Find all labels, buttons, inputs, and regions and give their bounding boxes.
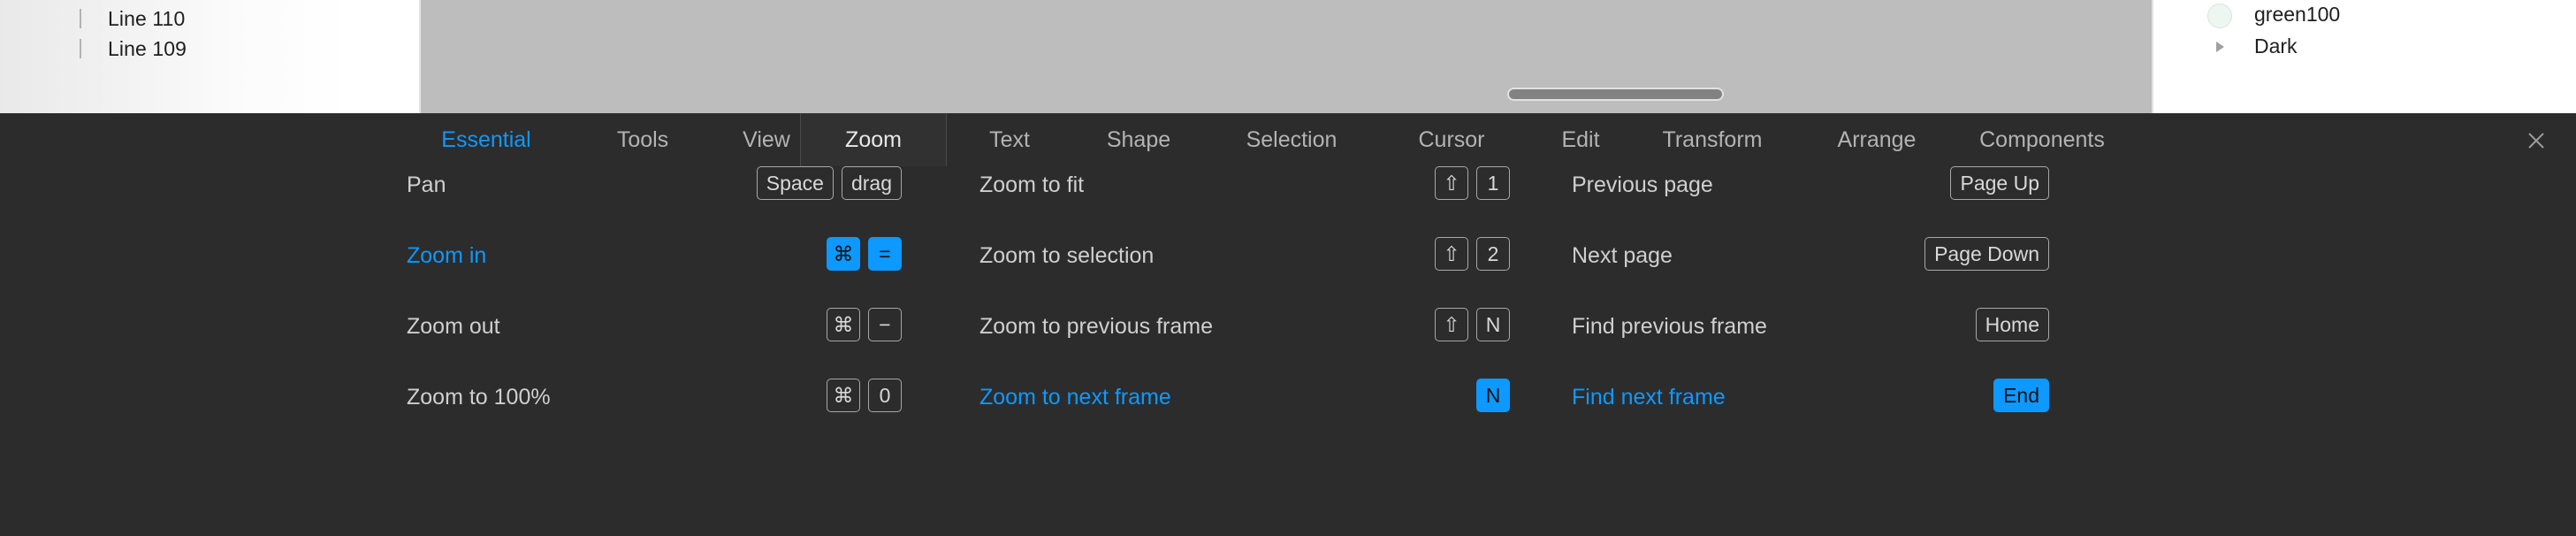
key-cap: ⇧ xyxy=(1435,237,1468,271)
shortcut-label: Next page xyxy=(1572,243,1673,268)
list-item-label: green100 xyxy=(2254,3,2341,26)
shortcut-row[interactable]: Find next frame End xyxy=(1572,379,2049,414)
shortcut-label: Previous page xyxy=(1572,172,1713,197)
key-cap: ⇧ xyxy=(1435,166,1468,200)
disclosure-triangle-icon[interactable] xyxy=(2216,42,2224,52)
shortcut-keys: ⇧ N xyxy=(1435,308,1510,341)
shortcuts-column-1: Pan Space drag Zoom in ⌘ = Zoom out ⌘ − Zoom to 1… xyxy=(407,166,902,449)
shortcuts-columns: Pan Space drag Zoom in ⌘ = Zoom out ⌘ − Zoom to 1… xyxy=(0,166,2576,536)
key-cap: − xyxy=(868,308,902,341)
shortcut-row[interactable]: Zoom in ⌘ = xyxy=(407,237,902,272)
tab-tools[interactable]: Tools xyxy=(594,113,691,166)
key-cap: ⇧ xyxy=(1435,308,1468,341)
close-icon[interactable] xyxy=(2519,124,2553,157)
shortcut-row[interactable]: Find previous frame Home xyxy=(1572,308,2049,343)
tab-shape[interactable]: Shape xyxy=(1086,113,1192,166)
list-item[interactable]: Dark xyxy=(2152,32,2576,62)
shortcut-keys: ⇧ 2 xyxy=(1435,237,1510,271)
line-tick-icon xyxy=(80,39,81,58)
app-screen: Line 110 Line 109 green100 Dark Essentia… xyxy=(0,0,2576,536)
tab-essential[interactable]: Essential xyxy=(424,113,548,166)
list-item[interactable]: Line 109 xyxy=(0,34,421,64)
key-cap: Space xyxy=(756,166,834,200)
tab-transform[interactable]: Transform xyxy=(1637,113,1787,166)
panel-divider xyxy=(419,0,421,113)
shortcut-keys: ⌘ 0 xyxy=(827,379,902,412)
key-cap: Page Up xyxy=(1950,166,2049,200)
shortcut-keys: ⇧ 1 xyxy=(1435,166,1510,200)
key-cap: End xyxy=(1993,379,2049,412)
shortcut-keys: ⌘ − xyxy=(827,308,902,341)
shortcut-label: Zoom in xyxy=(407,243,487,268)
tab-arrange[interactable]: Arrange xyxy=(1815,113,1939,166)
shortcut-row[interactable]: Zoom to previous frame ⇧ N xyxy=(979,308,1510,343)
key-cap: 1 xyxy=(1476,166,1510,200)
shortcuts-tabbar: Essential Tools View Zoom Text Shape Selection… xyxy=(0,113,2576,166)
key-cap: Page Down xyxy=(1924,237,2049,271)
line-tick-icon xyxy=(80,9,81,28)
list-item-label: Dark xyxy=(2254,34,2298,57)
shortcut-label: Zoom to fit xyxy=(979,172,1085,197)
tab-edit[interactable]: Edit xyxy=(1536,113,1625,166)
shortcut-row[interactable]: Pan Space drag xyxy=(407,166,902,202)
shortcut-keys: N xyxy=(1476,379,1510,412)
layers-panel: Line 110 Line 109 xyxy=(0,0,421,113)
shortcut-row[interactable]: Previous page Page Up xyxy=(1572,166,2049,202)
key-cap: N xyxy=(1476,308,1510,341)
shortcut-row[interactable]: Zoom to 100% ⌘ 0 xyxy=(407,379,902,414)
list-item[interactable]: Line 110 xyxy=(0,4,421,34)
shortcut-keys: Home xyxy=(1975,308,2049,341)
shortcut-row[interactable]: Zoom to fit ⇧ 1 xyxy=(979,166,1510,202)
key-cap: Home xyxy=(1975,308,2049,341)
shortcut-label: Zoom to selection xyxy=(979,243,1155,268)
key-cap: drag xyxy=(841,166,902,200)
key-cap: = xyxy=(868,237,902,271)
tab-cursor[interactable]: Cursor xyxy=(1395,113,1508,166)
shortcut-row[interactable]: Zoom out ⌘ − xyxy=(407,308,902,343)
shortcut-keys: ⌘ = xyxy=(827,237,902,271)
shortcut-keys: End xyxy=(1993,379,2049,412)
list-item-label: Line 110 xyxy=(108,6,186,30)
shortcut-label: Zoom out xyxy=(407,314,500,339)
shortcut-label: Find next frame xyxy=(1572,385,1726,410)
horizontal-scrollbar-thumb[interactable] xyxy=(1507,88,1724,101)
key-cap: ⌘ xyxy=(827,379,860,412)
shortcuts-column-2: Zoom to fit ⇧ 1 Zoom to selection ⇧ 2 Zoom to … xyxy=(979,166,1510,449)
color-swatch-circle-icon xyxy=(2207,4,2232,28)
tab-text[interactable]: Text xyxy=(965,113,1054,166)
shortcut-label: Pan xyxy=(407,172,446,197)
shortcut-keys: Page Up xyxy=(1950,166,2049,200)
shortcuts-column-3: Previous page Page Up Next page Page Down Fi… xyxy=(1572,166,2049,449)
styles-panel: green100 Dark xyxy=(2152,0,2576,113)
shortcut-keys: Page Down xyxy=(1924,237,2049,271)
shortcut-label: Zoom to previous frame xyxy=(979,314,1213,339)
key-cap: 0 xyxy=(868,379,902,412)
tab-components[interactable]: Components xyxy=(1954,113,2130,166)
list-item[interactable]: green100 xyxy=(2152,0,2576,30)
key-cap: 2 xyxy=(1476,237,1510,271)
shortcut-row[interactable]: Zoom to selection ⇧ 2 xyxy=(979,237,1510,272)
shortcut-row[interactable]: Zoom to next frame N xyxy=(979,379,1510,414)
shortcut-label: Zoom to 100% xyxy=(407,385,551,410)
shortcut-row[interactable]: Next page Page Down xyxy=(1572,237,2049,272)
shortcut-label: Zoom to next frame xyxy=(979,385,1171,410)
keyboard-shortcuts-panel: Essential Tools View Zoom Text Shape Selection… xyxy=(0,113,2576,536)
key-cap: ⌘ xyxy=(827,237,860,271)
shortcut-keys: Space drag xyxy=(756,166,902,200)
tab-selection[interactable]: Selection xyxy=(1221,113,1362,166)
key-cap: ⌘ xyxy=(827,308,860,341)
list-item-label: Line 109 xyxy=(108,36,187,60)
tab-zoom[interactable]: Zoom xyxy=(800,113,947,166)
shortcut-label: Find previous frame xyxy=(1572,314,1767,339)
key-cap: N xyxy=(1476,379,1510,412)
